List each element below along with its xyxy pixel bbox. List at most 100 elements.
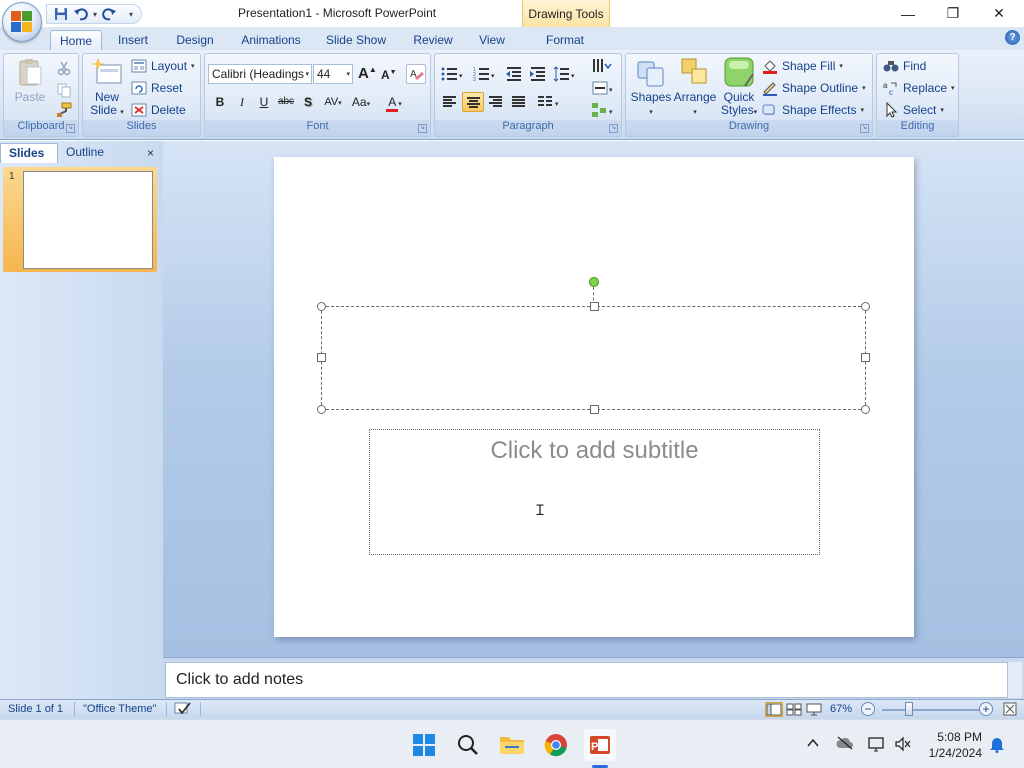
slide-thumbnail[interactable] (23, 171, 153, 269)
font-name-dropdown-icon[interactable]: ▾ (305, 70, 309, 78)
file-explorer-button[interactable] (496, 729, 528, 761)
resize-handle-left[interactable] (317, 353, 326, 362)
strikethrough-button[interactable]: abc (275, 92, 297, 112)
minimize-button[interactable]: — (885, 0, 931, 27)
shape-fill-button[interactable]: Shape Fill ▾ (762, 56, 843, 76)
resize-handle-right[interactable] (861, 353, 870, 362)
resize-handle-top-right[interactable] (861, 302, 870, 311)
font-size-combo[interactable]: 44 ▾ (313, 64, 353, 84)
underline-button[interactable]: U (253, 92, 275, 112)
format-painter-icon[interactable] (56, 102, 72, 118)
bold-button[interactable]: B (209, 92, 231, 112)
undo-icon[interactable] (73, 6, 89, 22)
bullets-button[interactable]: ▾ (439, 64, 469, 84)
align-center-button[interactable] (462, 92, 484, 112)
convert-to-smartart-icon[interactable]: ▾ (591, 102, 615, 118)
help-icon[interactable]: ? (1005, 30, 1020, 45)
clear-formatting-button[interactable]: A (406, 64, 426, 84)
font-size-dropdown-icon[interactable]: ▾ (346, 70, 350, 78)
paste-button[interactable]: Paste (10, 56, 50, 104)
text-shadow-button[interactable]: S (297, 92, 319, 112)
slide-canvas[interactable]: Ｉ Click to add subtitle (274, 157, 914, 637)
zoom-slider-thumb[interactable] (905, 702, 913, 716)
shrink-font-button[interactable]: A▼ (381, 68, 397, 82)
decrease-indent-button[interactable] (503, 64, 525, 84)
find-button[interactable]: Find (883, 56, 926, 76)
shapes-button[interactable]: Shapes ▾ (629, 56, 673, 119)
delete-slide-button[interactable]: Delete (131, 100, 186, 120)
justify-button[interactable] (508, 92, 530, 112)
fit-to-window-icon[interactable] (1002, 701, 1018, 720)
layout-button[interactable]: Layout ▾ (131, 56, 195, 76)
search-button[interactable] (452, 729, 484, 761)
tab-design[interactable]: Design (170, 30, 220, 50)
start-button[interactable] (408, 729, 440, 761)
select-button[interactable]: Select ▾ (883, 100, 944, 120)
save-icon[interactable] (53, 6, 69, 22)
subtitle-placeholder[interactable]: Click to add subtitle (369, 429, 820, 555)
customize-qat-button[interactable]: ▾ (129, 10, 133, 19)
notes-scrollbar[interactable] (1008, 662, 1022, 698)
tab-insert[interactable]: Insert (111, 30, 155, 50)
normal-view-button[interactable] (765, 702, 783, 717)
network-icon[interactable] (868, 736, 886, 755)
copy-icon[interactable] (56, 82, 72, 98)
quick-styles-button[interactable]: Quick Styles▾ (718, 56, 760, 119)
paragraph-dialog-launcher[interactable]: ↘ (609, 124, 618, 133)
pane-close-icon[interactable]: × (147, 146, 154, 160)
notifications-bell-icon[interactable] (988, 735, 1006, 756)
resize-handle-bottom[interactable] (590, 405, 599, 414)
undo-dropdown-icon[interactable]: ▾ (93, 10, 97, 19)
font-color-button[interactable]: A ▾ (379, 92, 409, 112)
line-spacing-button[interactable]: ▾ (551, 64, 581, 84)
clipboard-dialog-launcher[interactable]: ↘ (66, 124, 75, 133)
tab-home[interactable]: Home (50, 30, 102, 50)
font-name-combo[interactable]: Calibri (Headings ▾ (208, 64, 312, 84)
slide-thumbnail-item[interactable]: 1 (3, 167, 157, 272)
drawing-dialog-launcher[interactable]: ↘ (860, 124, 869, 133)
slide-sorter-view-button[interactable] (785, 702, 803, 717)
spell-check-icon[interactable] (174, 701, 192, 720)
character-spacing-button[interactable]: AV▾ (319, 92, 347, 112)
tab-animations[interactable]: Animations (235, 30, 307, 50)
arrange-button[interactable]: Arrange ▾ (673, 56, 717, 119)
tab-review[interactable]: Review (406, 30, 460, 50)
align-right-button[interactable] (485, 92, 507, 112)
columns-button[interactable]: ▾ (535, 92, 565, 112)
tab-view[interactable]: View (474, 30, 510, 50)
align-text-icon[interactable]: ▾ (591, 80, 615, 96)
tab-format[interactable]: Format (540, 30, 590, 50)
close-button[interactable]: ✕ (976, 0, 1022, 27)
resize-handle-bottom-right[interactable] (861, 405, 870, 414)
zoom-out-button[interactable]: − (861, 702, 875, 716)
powerpoint-taskbar-button[interactable]: P (584, 729, 616, 761)
resize-handle-top-left[interactable] (317, 302, 326, 311)
show-hidden-icons-icon[interactable] (806, 736, 820, 753)
replace-button[interactable]: ac Replace ▾ (883, 78, 955, 98)
text-direction-icon[interactable] (591, 58, 615, 74)
title-placeholder[interactable]: Ｉ (317, 302, 870, 519)
cut-icon[interactable] (56, 60, 72, 76)
tab-slide-show[interactable]: Slide Show (321, 30, 391, 50)
zoom-in-button[interactable]: + (979, 702, 993, 716)
tab-outline[interactable]: Outline (58, 143, 122, 163)
zoom-slider-track[interactable] (882, 709, 980, 711)
onedrive-offline-icon[interactable] (836, 736, 854, 753)
chrome-button[interactable] (540, 729, 572, 761)
maximize-button[interactable]: ❐ (930, 0, 976, 27)
resize-handle-bottom-left[interactable] (317, 405, 326, 414)
volume-muted-icon[interactable] (894, 736, 912, 755)
change-case-button[interactable]: Aa▾ (347, 92, 375, 112)
rotation-handle[interactable] (589, 277, 599, 287)
italic-button[interactable]: I (231, 92, 253, 112)
resize-handle-top[interactable] (590, 302, 599, 311)
align-left-button[interactable] (439, 92, 461, 112)
redo-icon[interactable] (101, 6, 117, 22)
slide-show-view-button[interactable] (805, 702, 823, 717)
new-slide-button[interactable]: New Slide ▾ (87, 56, 127, 119)
notes-input[interactable]: Click to add notes (165, 662, 1008, 698)
office-button[interactable] (2, 2, 42, 42)
system-clock[interactable]: 5:08 PM 1/24/2024 (929, 729, 982, 761)
increase-indent-button[interactable] (527, 64, 549, 84)
numbering-button[interactable]: 1 2 3 ▾ (471, 64, 501, 84)
